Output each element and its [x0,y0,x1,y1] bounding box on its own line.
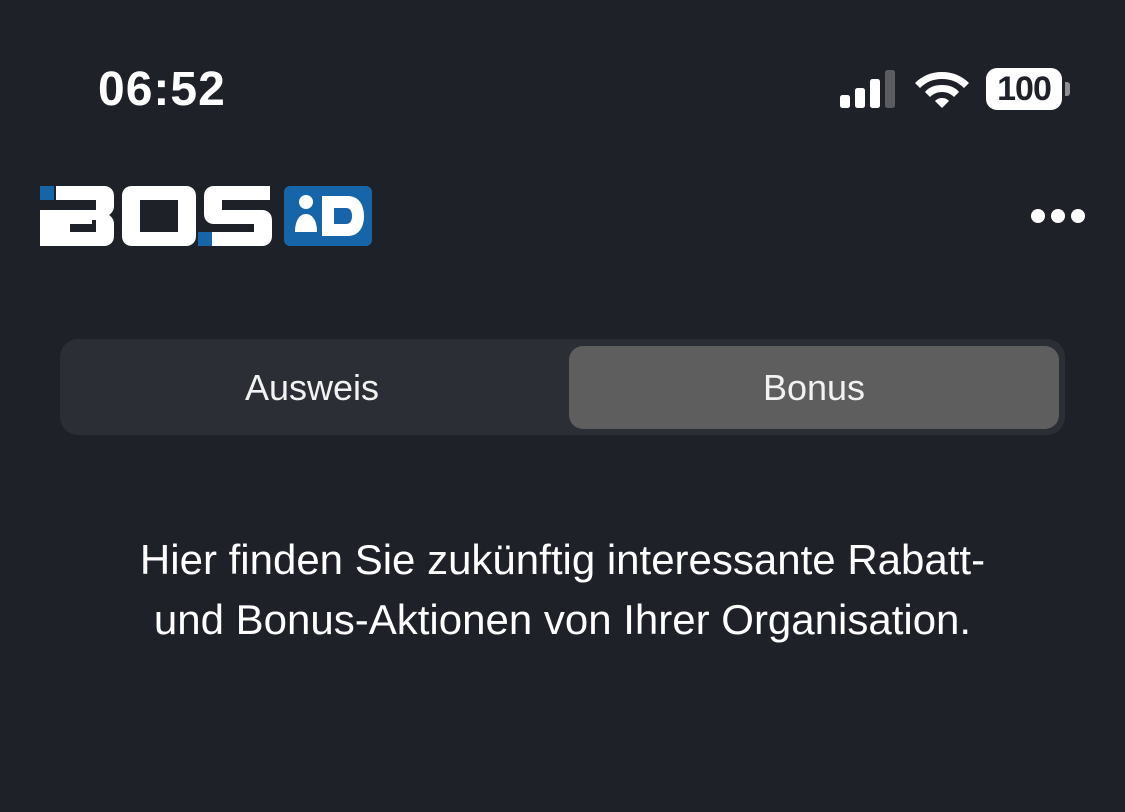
more-horizontal-icon [1031,209,1045,223]
tab-bonus[interactable]: Bonus [569,346,1059,429]
bonus-placeholder-message: Hier finden Sie zukünftig interessante R… [139,536,986,643]
cellular-signal-icon [840,70,895,108]
tab-ausweis[interactable]: Ausweis [66,346,558,429]
battery-level: 100 [986,68,1062,110]
battery-icon: 100 [986,68,1070,110]
battery-tip [1065,82,1070,96]
segmented-control: Ausweis Bonus [60,339,1065,435]
app-screen: 06:52 100 Ausweis Bonus Hier finden Sie … [0,0,1125,812]
more-menu-button[interactable] [1024,200,1096,232]
status-time: 06:52 [98,63,226,116]
bos-id-logo [40,186,372,246]
wifi-icon [915,72,969,108]
